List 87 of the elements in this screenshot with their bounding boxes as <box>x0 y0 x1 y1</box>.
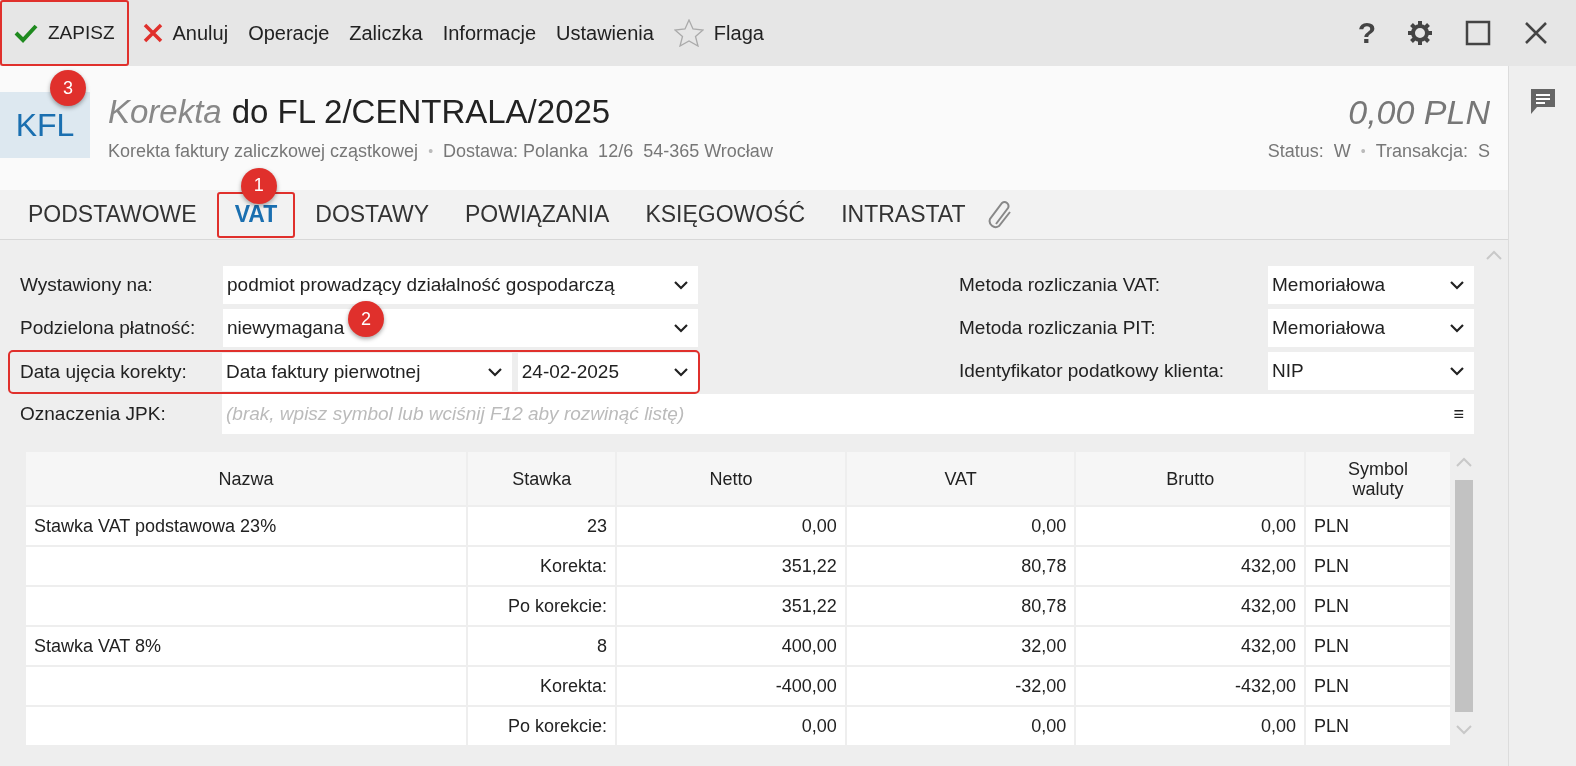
chevron-down-icon <box>674 367 688 377</box>
table-cell: 351,22 <box>616 546 846 586</box>
help-button[interactable]: ? <box>1357 18 1376 48</box>
table-cell: 32,00 <box>845 626 1076 666</box>
flag-button[interactable]: Flaga <box>663 0 774 66</box>
dropdown[interactable]: Memoriałowa <box>1268 309 1474 347</box>
tab[interactable]: PODSTAWOWE <box>12 191 213 238</box>
table-cell: 80,78 <box>845 546 1076 586</box>
table-cell: Po korekcie: <box>467 586 617 626</box>
table-cell: Stawka VAT 8% <box>25 626 468 666</box>
table-cell: Po korekcie: <box>467 706 617 746</box>
document-title: do FL 2/CENTRALA/2025 <box>231 92 611 132</box>
column-header[interactable]: Netto <box>616 451 846 506</box>
toolbar-button[interactable]: Operacje <box>238 0 340 66</box>
field-label: Oznaczenia JPK: <box>20 401 167 426</box>
field-label: Identyfikator podatkowy klienta: <box>959 358 1226 383</box>
star-icon <box>673 19 704 47</box>
dropdown[interactable]: podmiot prowadzący działalność gospodarczą <box>223 266 698 304</box>
table-cell: -32,00 <box>845 666 1076 706</box>
table-cell: PLN <box>1305 706 1451 746</box>
dropdown[interactable]: NIP <box>1268 352 1474 390</box>
table-cell: 432,00 <box>1075 546 1306 586</box>
jpk-input-field[interactable]: (brak, wpisz symbol lub wciśnij F12 aby rozwinąć listę) ≡ <box>222 394 1474 434</box>
field-label: Podzielona płatność: <box>20 315 197 340</box>
toolbar-button[interactable]: Ustawienia <box>546 0 664 66</box>
total-amount: 0,00 PLN <box>1348 92 1490 132</box>
table-cell: 432,00 <box>1075 586 1306 626</box>
table-cell: Stawka VAT podstawowa 23% <box>25 506 468 546</box>
column-header[interactable]: Stawka <box>467 451 617 506</box>
table-cell: Korekta: <box>467 546 617 586</box>
column-header[interactable]: Nazwa <box>25 451 468 506</box>
chevron-down-icon <box>1450 280 1464 290</box>
table-cell: PLN <box>1305 586 1451 626</box>
table-cell: 0,00 <box>1075 706 1306 746</box>
tab[interactable]: KSIĘGOWOŚĆ <box>629 191 822 238</box>
table-cell: 80,78 <box>845 586 1076 626</box>
column-header[interactable]: Symbol waluty <box>1305 451 1451 506</box>
table-cell: 0,00 <box>1075 506 1306 546</box>
settings-icon[interactable] <box>1406 19 1434 47</box>
table-cell: 0,00 <box>845 706 1076 746</box>
check-icon <box>14 23 38 43</box>
table-cell: 0,00 <box>845 506 1076 546</box>
dropdown[interactable]: Data faktury pierwotnej <box>222 353 512 391</box>
status-text: Transakcja: S <box>1375 140 1490 163</box>
dropdown[interactable]: Memoriałowa <box>1268 266 1474 304</box>
list-button[interactable]: ≡ <box>1453 400 1464 428</box>
table-cell: PLN <box>1305 626 1451 666</box>
table-cell: PLN <box>1305 666 1451 706</box>
status-text: Status: W <box>1267 140 1351 163</box>
tab[interactable]: POWIĄZANIA <box>449 191 626 238</box>
column-header[interactable]: Brutto <box>1075 451 1306 506</box>
table-cell: Korekta: <box>467 666 617 706</box>
tab[interactable]: INTRASTAT <box>825 191 982 238</box>
field-label: Metoda rozliczania PIT: <box>959 315 1157 340</box>
table-cell: 8 <box>467 626 617 666</box>
dropdown[interactable]: 24-02-2025 <box>517 353 698 391</box>
separator-dot: • <box>1360 142 1366 161</box>
table-cell: -432,00 <box>1075 666 1306 706</box>
subtitle-text: Dostawa: Polanka 12/6 54-365 Wrocław <box>443 140 773 163</box>
cancel-button[interactable]: Anuluj <box>132 0 239 66</box>
field-label: Data ujęcia korekty: <box>20 359 188 384</box>
save-button[interactable]: ZAPISZ <box>0 0 129 66</box>
field-label: Metoda rozliczania VAT: <box>959 272 1161 297</box>
close-icon <box>142 23 163 43</box>
table-cell: 400,00 <box>616 626 846 666</box>
maximize-icon[interactable] <box>1464 19 1492 47</box>
table-cell: 0,00 <box>616 506 846 546</box>
separator-dot: • <box>428 142 434 161</box>
subtitle-text: Korekta faktury zaliczkowej cząstkowej <box>108 140 419 163</box>
chevron-down-icon <box>487 367 502 377</box>
field-label: Wystawiony na: <box>20 272 154 297</box>
column-header[interactable]: VAT <box>845 451 1076 506</box>
table-cell: 351,22 <box>616 586 846 626</box>
chevron-down-icon <box>674 280 688 290</box>
table-cell: PLN <box>1305 506 1451 546</box>
table-cell: PLN <box>1305 546 1451 586</box>
table-cell: 432,00 <box>1075 626 1306 666</box>
toolbar-button[interactable]: Zaliczka <box>339 0 433 66</box>
document-kind: Korekta <box>108 92 222 132</box>
toolbar-button[interactable]: Informacje <box>432 0 546 66</box>
chevron-down-icon <box>1450 323 1464 333</box>
table-cell: 23 <box>467 506 617 546</box>
tab[interactable]: DOSTAWY <box>299 191 445 238</box>
table-cell: 0,00 <box>616 706 846 746</box>
chevron-down-icon <box>1450 366 1464 376</box>
chevron-down-icon <box>674 323 688 333</box>
table-cell: -400,00 <box>616 666 846 706</box>
